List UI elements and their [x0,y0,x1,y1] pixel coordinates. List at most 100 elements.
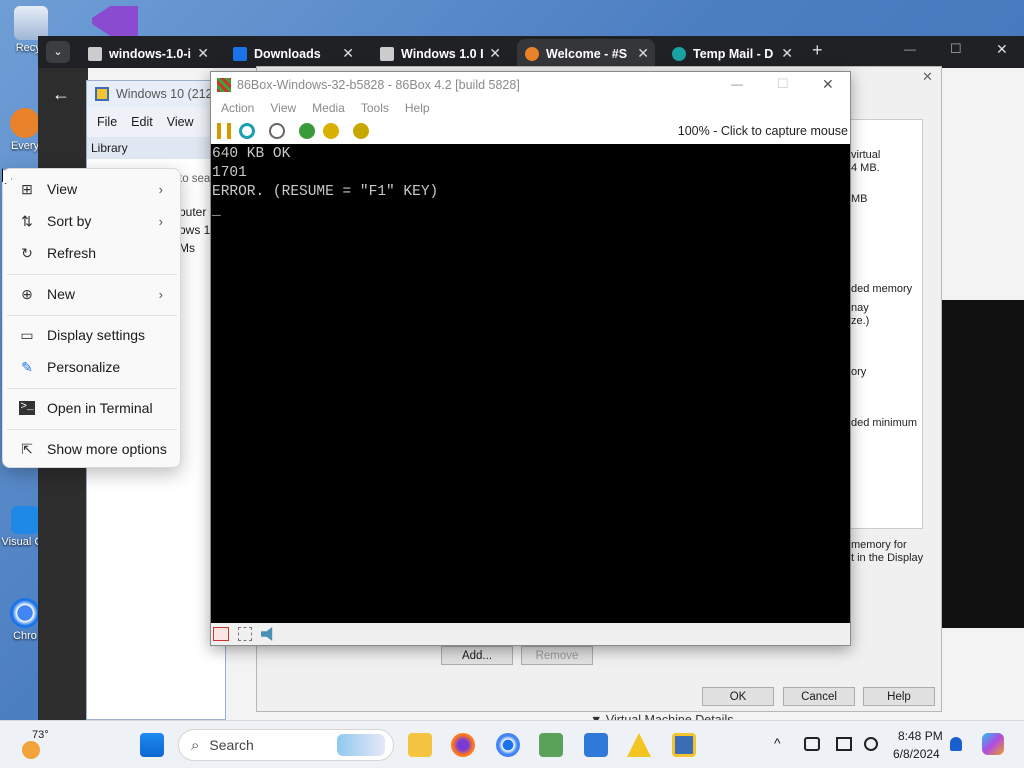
reset-icon[interactable] [239,123,255,139]
menu-view[interactable]: View [270,101,296,115]
browser-maximize-button[interactable]: ☐ [950,41,962,57]
menu-item-open-in-terminal[interactable]: >_ Open in Terminal [7,393,177,423]
weather-widget[interactable]: 73° [20,727,60,763]
tab-welcome[interactable]: Welcome - #S ✕ [517,39,655,68]
sort-icon: ⇅ [21,212,33,229]
menu-file[interactable]: File [97,115,117,129]
download-icon [233,46,247,61]
close-tab-icon[interactable]: ✕ [489,45,501,62]
menu-item-label: Sort by [47,213,92,229]
capture-mouse-hint[interactable]: 100% - Click to capture mouse [678,124,848,138]
menu-item-personalize[interactable]: ✎ Personalize [7,352,177,382]
visual-studio-icon[interactable] [92,6,138,36]
temp-mail-icon [672,46,686,61]
menu-tools[interactable]: Tools [361,101,389,115]
pause-icon[interactable] [217,123,231,139]
bios-line: ERROR. (RESUME = "F1" KEY) [212,184,439,200]
cancel-button[interactable]: Cancel [783,687,855,706]
search-highlight-icon [337,734,385,756]
network-icon[interactable] [804,737,820,751]
menu-media[interactable]: Media [312,101,345,115]
menu-separator [7,315,177,316]
clock-date[interactable]: 6/8/2024 [893,747,940,761]
menu-view[interactable]: View [167,115,194,129]
dialog-close-icon[interactable]: ✕ [922,69,933,85]
close-tab-icon[interactable]: ✕ [637,45,649,62]
menu-action[interactable]: Action [221,101,254,115]
close-tab-icon[interactable]: ✕ [197,45,209,62]
new-tab-button[interactable]: + [812,40,823,61]
vbox-search-field[interactable]: to sea [179,173,210,185]
browser-minimize-button[interactable]: — [904,42,916,56]
close-tab-icon[interactable]: ✕ [342,45,354,62]
86box-close-button[interactable]: ✕ [822,76,834,93]
display-icon: ▭ [20,326,34,343]
file-explorer-icon[interactable] [408,733,432,757]
warning-app-icon[interactable] [627,733,651,757]
display-tray-icon[interactable] [836,737,852,751]
emulated-display[interactable]: 640 KB OK 1701 ERROR. (RESUME = "F1" KEY… [211,144,850,624]
copilot-icon[interactable] [982,733,1004,755]
remove-button[interactable]: Remove [521,646,593,665]
close-tab-icon[interactable]: ✕ [781,45,793,62]
tab-label: Welcome - #S [546,46,628,61]
ctrl-alt-del-icon[interactable] [299,123,315,139]
ctrl-alt-esc-icon[interactable] [323,123,339,139]
tab-downloads[interactable]: Downloads ✕ [225,39,360,68]
archive-icon [380,46,394,61]
tab-windows-1-0-second[interactable]: Windows 1.0 I ✕ [372,39,507,68]
ok-button[interactable]: OK [702,687,774,706]
chrome-taskbar-icon[interactable] [496,733,520,757]
plus-circle-icon: ⊕ [21,285,33,302]
grid-icon: ⊞ [21,180,33,197]
tab-label: Downloads [254,46,321,61]
86box-maximize-button[interactable]: ☐ [777,76,789,92]
clock-time[interactable]: 8:48 PM [898,729,943,743]
sound-icon[interactable] [261,627,273,641]
notification-bell-icon[interactable] [950,737,962,751]
settings-text: ory [851,366,867,378]
menu-item-show-more-options[interactable]: ⇱ Show more options [7,434,177,464]
86box-minimize-button[interactable]: — [731,77,743,91]
notepad-icon[interactable] [584,733,608,757]
start-button[interactable] [140,733,164,757]
add-button[interactable]: Add... [441,646,513,665]
menu-item-new[interactable]: ⊕ New › [7,279,177,309]
vbox-menu-bar: File Edit View [87,107,225,137]
tab-windows-1-0-first[interactable]: windows-1.0-i ✕ [80,39,215,68]
slack-icon [525,46,539,61]
brush-icon: ✎ [21,358,33,375]
back-arrow-icon[interactable]: ← [52,84,70,105]
tab-search-button[interactable]: ⌄ [46,41,70,63]
archive-icon [88,46,102,61]
power-icon[interactable] [269,123,285,139]
menu-item-sort-by[interactable]: ⇅ Sort by › [7,206,177,236]
hard-disk-icon[interactable] [213,627,229,641]
tray-overflow-icon[interactable]: ^ [774,735,781,751]
settings-gear-icon[interactable] [353,123,369,139]
browser-tab-strip: ⌄ windows-1.0-i ✕ Downloads ✕ Windows 1.… [38,36,1024,68]
terminal-icon: >_ [19,401,35,415]
settings-text: ze.) [851,315,870,327]
help-button[interactable]: Help [863,687,935,706]
settings-tray-icon[interactable] [864,737,878,751]
menu-help[interactable]: Help [405,101,430,115]
vbox-list-text: ows 1 [179,223,211,237]
virtualbox-taskbar-icon[interactable] [672,733,696,757]
settings-text: 4 MB. [851,162,880,174]
taskbar-search[interactable]: ⌕ Search [178,729,394,761]
floppy-icon[interactable] [238,627,252,641]
bios-line: 1701 [212,165,247,181]
menu-item-display-settings[interactable]: ▭ Display settings [7,320,177,350]
settings-text: memory for [851,539,907,551]
tab-label: Temp Mail - D [693,46,774,61]
calculator-icon[interactable] [539,733,563,757]
menu-edit[interactable]: Edit [131,115,153,129]
menu-item-refresh[interactable]: ↻ Refresh [7,238,177,268]
tab-temp-mail[interactable]: Temp Mail - D ✕ [664,39,799,68]
firefox-icon[interactable] [451,733,475,757]
browser-close-button[interactable]: ✕ [996,41,1008,58]
everything-search-icon [10,108,40,138]
86box-logo-icon [217,78,231,92]
menu-item-view[interactable]: ⊞ View › [7,174,177,204]
